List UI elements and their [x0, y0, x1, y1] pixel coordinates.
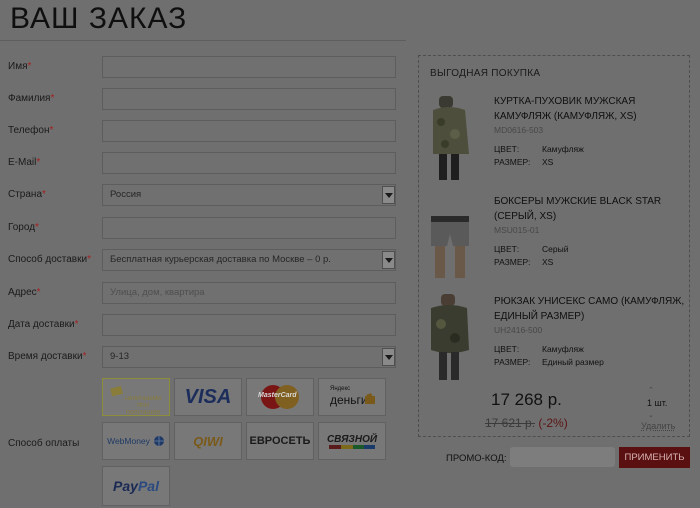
cash-line2: ПРИ ПОЛУЧЕНИИ	[125, 403, 161, 416]
surname-row: Фамилия*	[0, 88, 400, 112]
country-label: Страна*	[8, 189, 46, 200]
delivery-time-row: Время доставки* 9-13	[0, 346, 400, 370]
cash-line1: НАЛИЧНЫМИ	[124, 396, 162, 402]
stripe-icon	[328, 444, 375, 449]
address-input[interactable]: Улица, дом, квартира	[102, 282, 396, 304]
payment-svyaznoy-button[interactable]: СВЯЗНОЙ	[318, 422, 386, 460]
quantity-value: 1 шт.	[647, 398, 668, 408]
item-color: ЦВЕТ: Камуфляж	[494, 344, 584, 354]
city-label: Город*	[8, 222, 39, 233]
chevron-up-icon[interactable]: ⌃	[648, 386, 654, 394]
item-name[interactable]: КУРТКА-ПУХОВИК МУЖСКАЯ КАМУФЛЯЖ (КАМУФЛЯ…	[494, 94, 690, 124]
remove-link[interactable]: Удалить	[641, 421, 675, 431]
payment-paypal-button[interactable]: PayPal	[102, 466, 170, 506]
item-size: РАЗМЕР: XS	[494, 157, 554, 167]
item-sku: MD0616-503	[494, 125, 544, 135]
delivery-method-row: Способ доставки* Бесплатная курьерская д…	[0, 249, 400, 273]
chevron-down-icon[interactable]	[382, 251, 395, 269]
payment-label: Способ оплаты	[8, 438, 80, 449]
email-label: E-Mail*	[8, 157, 41, 168]
country-row: Страна* Россия	[0, 184, 400, 208]
apply-promo-button[interactable]: ПРИМЕНИТЬ	[619, 447, 690, 468]
name-label: Имя*	[8, 61, 32, 72]
cart-item: РЮКЗАК УНИСЕКС CAMO (КАМУФЛЯЖ, ЕДИНЫЙ РА…	[419, 294, 689, 390]
delivery-date-label: Дата доставки*	[8, 319, 79, 330]
delivery-method-select[interactable]: Бесплатная курьерская доставка по Москве…	[102, 249, 396, 271]
chevron-down-icon[interactable]: ⌄	[648, 411, 654, 419]
name-row: Имя*	[0, 56, 400, 80]
item-size: РАЗМЕР: XS	[494, 257, 554, 267]
delivery-time-label: Время доставки*	[8, 351, 87, 362]
cart-panel: ВЫГОДНАЯ ПОКУПКА КУРТКА-ПУХОВИК МУЖСКАЯ …	[418, 55, 690, 437]
email-row: E-Mail*	[0, 152, 400, 176]
address-label: Адрес*	[8, 287, 41, 298]
payment-webmoney-button[interactable]: WebMoney	[102, 422, 170, 460]
city-row: Город*	[0, 217, 400, 241]
backpack-image[interactable]	[427, 294, 473, 382]
visa-logo: VISA	[184, 385, 232, 408]
euroset-logo: ЕВРОСЕТЬ	[249, 435, 311, 447]
item-name[interactable]: РЮКЗАК УНИСЕКС CAMO (КАМУФЛЯЖ, ЕДИНЫЙ РА…	[494, 294, 690, 324]
payment-mastercard-button[interactable]: MasterCard	[246, 378, 314, 416]
payment-yandex-button[interactable]: Яндекс деньги	[318, 378, 386, 416]
webmoney-logo: WebMoney	[107, 436, 150, 446]
boxers-image[interactable]	[427, 194, 473, 282]
item-name[interactable]: БОКСЕРЫ МУЖСКИЕ BLACK STAR (СЕРЫЙ, XS)	[494, 194, 690, 224]
mastercard-logo: MasterCard	[258, 392, 297, 399]
item-color: ЦВЕТ: Камуфляж	[494, 144, 584, 154]
cart-title: ВЫГОДНАЯ ПОКУПКА	[430, 68, 541, 79]
wallet-icon	[365, 393, 375, 404]
delivery-method-value: Бесплатная курьерская доставка по Москве…	[110, 254, 331, 265]
item-sku: MSU015-01	[494, 225, 540, 235]
qiwi-logo: QIWI	[193, 433, 223, 449]
item-size: РАЗМЕР: Единый размер	[494, 357, 604, 367]
jacket-image[interactable]	[427, 94, 473, 182]
country-select[interactable]: Россия	[102, 184, 396, 206]
globe-icon	[153, 436, 164, 446]
address-placeholder: Улица, дом, квартира	[110, 287, 205, 298]
cart-old-price: 17 621 р. (-2%)	[485, 416, 568, 430]
delivery-method-label: Способ доставки*	[8, 254, 91, 265]
surname-input[interactable]	[102, 88, 396, 110]
cart-total: 17 268 р.	[491, 390, 562, 409]
promo-label: ПРОМО-КОД:	[446, 453, 507, 464]
phone-label: Телефон*	[8, 125, 54, 136]
item-sku: UH2416-500	[494, 325, 543, 335]
delivery-date-input[interactable]	[102, 314, 396, 336]
phone-input[interactable]	[102, 120, 396, 142]
email-input[interactable]	[102, 152, 396, 174]
payment-qiwi-button[interactable]: QIWI	[174, 422, 242, 460]
payment-visa-button[interactable]: VISA	[174, 378, 242, 416]
cart-item: БОКСЕРЫ МУЖСКИЕ BLACK STAR (СЕРЫЙ, XS) M…	[419, 194, 689, 290]
surname-label: Фамилия*	[8, 93, 55, 104]
promo-input[interactable]	[510, 447, 615, 467]
page-title: ВАШ ЗАКАЗ	[10, 2, 188, 35]
paypal-logo: PayPal	[113, 478, 159, 494]
payment-cash-button[interactable]: НАЛИЧНЫМИ ПРИ ПОЛУЧЕНИИ	[102, 378, 170, 416]
country-value: Россия	[110, 189, 142, 200]
payment-euroset-button[interactable]: ЕВРОСЕТЬ	[246, 422, 314, 460]
cart-item: КУРТКА-ПУХОВИК МУЖСКАЯ КАМУФЛЯЖ (КАМУФЛЯ…	[419, 94, 689, 190]
delivery-date-row: Дата доставки*	[0, 314, 400, 338]
yandex-bottom: деньги	[330, 393, 368, 407]
delivery-time-value: 9-13	[110, 351, 130, 362]
phone-row: Телефон*	[0, 120, 400, 144]
delivery-time-select[interactable]: 9-13	[102, 346, 396, 368]
divider	[0, 40, 406, 41]
svyaznoy-logo: СВЯЗНОЙ	[326, 433, 378, 445]
city-input[interactable]	[102, 217, 396, 239]
yandex-top: Яндекс	[330, 386, 351, 392]
chevron-down-icon[interactable]	[382, 186, 395, 204]
name-input[interactable]	[102, 56, 396, 78]
item-color: ЦВЕТ: Серый	[494, 244, 569, 254]
chevron-down-icon[interactable]	[382, 348, 395, 366]
address-row: Адрес* Улица, дом, квартира	[0, 282, 400, 306]
